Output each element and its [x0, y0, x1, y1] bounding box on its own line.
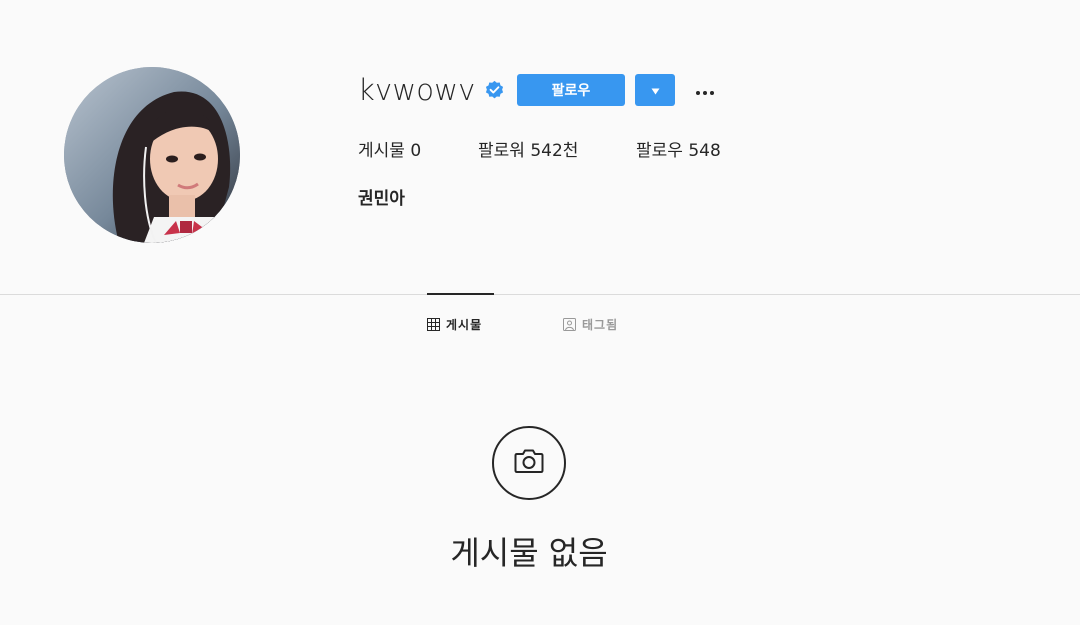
profile-stats: 게시물 0 팔로워 542천 팔로우 548: [358, 136, 721, 161]
more-options-button[interactable]: [690, 76, 720, 104]
following-value: 548: [688, 141, 721, 161]
tab-tagged[interactable]: 태그됨: [563, 316, 618, 333]
followers-value: 542천: [530, 141, 579, 161]
profile-avatar[interactable]: [64, 67, 240, 243]
posts-label: 게시물: [358, 141, 405, 161]
following-label: 팔로우: [636, 141, 683, 161]
section-divider: [0, 294, 1080, 295]
tab-posts[interactable]: 게시물: [427, 316, 482, 333]
posts-count: 게시물 0: [358, 136, 478, 161]
full-name: 권민아: [358, 189, 405, 209]
camera-icon: [514, 448, 544, 478]
verified-badge-icon: [484, 80, 505, 101]
more-horizontal-icon: [695, 81, 715, 100]
tab-tagged-label: 태그됨: [582, 318, 619, 332]
caret-down-icon: [651, 83, 660, 98]
followers-label: 팔로워: [478, 141, 525, 161]
follow-button[interactable]: 팔로우: [517, 74, 625, 106]
username: kvwowv: [358, 73, 476, 107]
grid-icon: [427, 318, 440, 331]
tagged-icon: [563, 318, 576, 331]
suggestions-dropdown-button[interactable]: [635, 74, 675, 106]
username-row: kvwowv: [358, 72, 505, 108]
followers-count[interactable]: 팔로워 542천: [478, 136, 636, 161]
avatar-photo: [64, 67, 240, 243]
empty-state-text: 게시물 없음: [450, 534, 608, 572]
empty-state-camera: [492, 426, 566, 500]
active-tab-indicator: [427, 293, 494, 295]
profile-page: kvwowv 팔로우 게시물 0 팔로워 542천 팔로우 548 권민아 게시…: [0, 0, 1080, 625]
following-count[interactable]: 팔로우 548: [636, 136, 721, 161]
tab-posts-label: 게시물: [446, 318, 483, 332]
posts-value: 0: [410, 141, 422, 161]
